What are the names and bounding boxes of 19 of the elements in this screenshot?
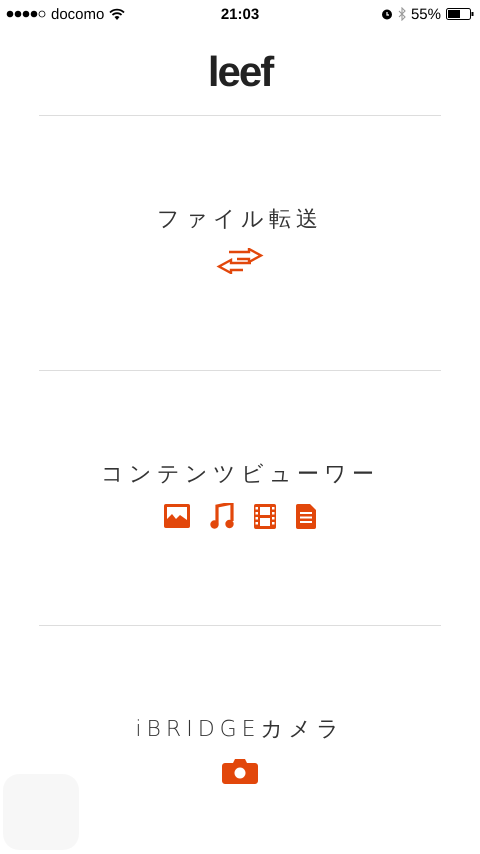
menu-section[interactable]: コンテンツビューワー	[39, 371, 441, 626]
clock-time: 21:03	[220, 6, 260, 22]
section-title: iBRIDGEカメラ	[135, 716, 345, 744]
app-logo: leef	[208, 50, 272, 92]
wifi-icon	[109, 8, 126, 20]
document-icon	[296, 504, 316, 528]
section-title: コンテンツビューワー	[101, 461, 379, 489]
bluetooth-icon	[398, 7, 406, 21]
battery-icon	[446, 8, 474, 20]
signal-icon	[6, 9, 46, 19]
music-note-icon	[210, 503, 234, 529]
section-title: ファイル転送	[157, 206, 323, 234]
battery-percent: 55%	[410, 6, 441, 22]
film-icon	[254, 504, 276, 528]
menu-section[interactable]: ファイル転送	[39, 116, 441, 371]
carrier-name: docomo	[51, 6, 104, 22]
camera-icon	[222, 758, 258, 784]
alarm-icon	[380, 8, 393, 20]
image-icon	[164, 504, 190, 528]
